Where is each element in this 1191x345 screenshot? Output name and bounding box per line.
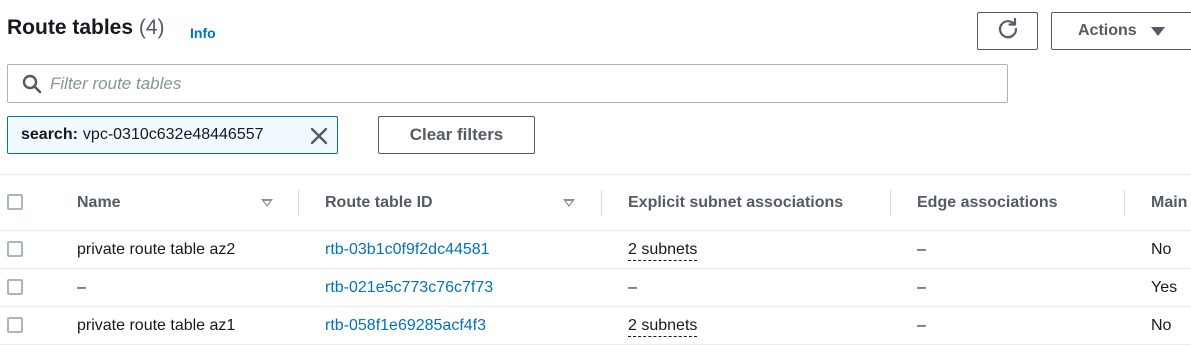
select-all-checkbox[interactable] <box>7 194 23 211</box>
page-title-text: Route tables <box>7 16 134 39</box>
main-value: No <box>1151 316 1172 334</box>
column-header-subnets-label: Explicit subnet associations <box>628 193 844 211</box>
table-row[interactable]: – rtb-021e5c773c76c7f73 – – Yes <box>0 269 1191 307</box>
filter-token-key: search: <box>21 126 78 143</box>
column-header-main[interactable]: Main <box>1125 175 1191 231</box>
page-title: Route tables (4) <box>7 16 165 40</box>
route-table-id-link[interactable]: rtb-058f1e69285acf4f3 <box>325 317 486 334</box>
subnet-associations-popover[interactable]: 2 subnets <box>628 316 698 337</box>
edge-associations-value: – <box>917 278 926 296</box>
info-link[interactable]: Info <box>190 25 216 41</box>
table-row[interactable]: private route table az2 rtb-03b1c0f9f2dc… <box>0 231 1191 269</box>
sort-caret-icon[interactable] <box>261 199 273 207</box>
column-header-name-label: Name <box>77 193 121 211</box>
column-header-name[interactable]: Name <box>60 175 299 231</box>
row-checkbox[interactable] <box>7 241 23 258</box>
search-input[interactable] <box>50 66 990 101</box>
edge-associations-value: – <box>917 316 926 334</box>
table-row[interactable]: private route table az1 rtb-058f1e69285a… <box>0 307 1191 345</box>
caret-down-icon <box>1150 26 1165 36</box>
filter-token-value: vpc-0310c632e48446557 <box>82 126 264 143</box>
row-name: private route table az1 <box>77 316 236 334</box>
actions-button-label: Actions <box>1078 22 1137 39</box>
row-checkbox[interactable] <box>7 317 23 334</box>
close-icon[interactable] <box>309 126 329 151</box>
filter-token: search: vpc-0310c632e48446557 <box>7 116 338 154</box>
column-header-subnet-associations[interactable]: Explicit subnet associations <box>602 175 891 231</box>
subnet-associations-value: – <box>628 278 637 296</box>
row-checkbox[interactable] <box>7 279 23 296</box>
actions-button[interactable]: Actions <box>1051 12 1191 50</box>
main-value: No <box>1151 240 1172 258</box>
route-table-id-link[interactable]: rtb-03b1c0f9f2dc44581 <box>325 241 490 258</box>
sort-caret-icon[interactable] <box>563 199 575 207</box>
refresh-icon <box>997 17 1019 45</box>
route-table-count: (4) <box>138 16 165 39</box>
edge-associations-value: – <box>917 240 926 258</box>
row-name: private route table az2 <box>77 240 236 258</box>
column-header-id-label: Route table ID <box>325 193 433 211</box>
column-header-edge-label: Edge associations <box>917 193 1058 211</box>
column-header-route-table-id[interactable]: Route table ID <box>299 175 602 231</box>
column-header-edge-associations[interactable]: Edge associations <box>891 175 1125 231</box>
row-name: – <box>77 278 86 296</box>
refresh-button[interactable] <box>977 12 1038 50</box>
column-header-main-label: Main <box>1151 193 1188 211</box>
search-icon <box>22 74 42 99</box>
route-tables-table: Name Route table ID Explicit subnet asso… <box>0 174 1191 345</box>
route-table-id-link[interactable]: rtb-021e5c773c76c7f73 <box>325 279 493 296</box>
main-value: Yes <box>1151 278 1178 296</box>
clear-filters-button[interactable]: Clear filters <box>378 116 535 154</box>
subnet-associations-popover[interactable]: 2 subnets <box>628 240 698 261</box>
table-header-row: Name Route table ID Explicit subnet asso… <box>0 174 1191 231</box>
select-all-cell <box>0 175 60 231</box>
